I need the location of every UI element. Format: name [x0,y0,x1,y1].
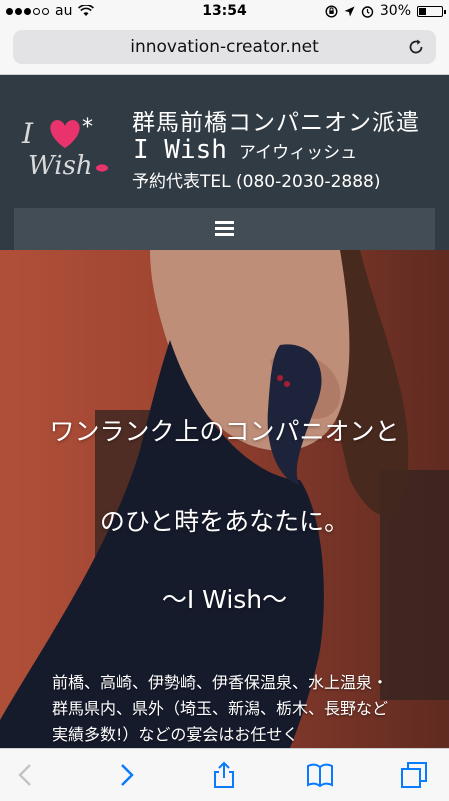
svg-text:*: * [82,115,93,140]
hero-tagline-line1: ワンランク上のコンパニオンと [49,417,400,446]
battery-icon [417,5,446,17]
site-title: 群馬前橋コンパニオン派遣 [132,110,420,136]
hero-tagline-line2: のひと時をあなたに。 [99,507,350,536]
status-right: 30% [325,3,446,19]
svg-text:I: I [21,117,34,150]
battery-level-fill [419,7,426,15]
reservation-tel[interactable]: 予約代表TEL (080-2030-2888) [132,167,381,192]
hero-section: ワンランク上のコンパニオンと のひと時をあなたに。 〜I Wish〜 前橋、高崎… [0,250,449,748]
svg-text:Wish: Wish [28,151,93,181]
battery-percent: 30% [379,3,411,19]
brand-kana: アイウィッシュ [238,143,358,163]
bookmarks-icon[interactable] [306,761,334,789]
back-icon[interactable] [12,761,40,789]
rotation-lock-icon [325,4,338,18]
tabs-icon[interactable] [400,761,428,789]
brand-name: I Wish [133,135,227,165]
site-header: I * Wish 群馬前橋コンパニオン派遣 I Wish アイウィッシュ 予約代表… [0,75,449,250]
url-text[interactable]: innovation-creator.net [13,37,436,57]
i-wish-logo[interactable]: I * Wish [20,110,115,185]
forward-icon[interactable] [112,761,140,789]
reload-icon[interactable] [406,37,426,57]
hamburger-menu-icon[interactable] [215,221,234,237]
browser-toolbar [0,748,449,801]
status-bar: au 13:54 30% [0,0,449,24]
nav-bar [14,208,435,250]
alarm-icon [361,5,374,18]
address-bar[interactable]: innovation-creator.net [13,30,436,64]
brand-line: I Wish アイウィッシュ [133,135,357,165]
hero-description: 前橋、高崎、伊勢崎、伊香保温泉、水上温泉・群馬県内、県外（埼玉、新潟、栃木、長野… [52,673,389,744]
location-arrow-icon [344,6,355,16]
share-icon[interactable] [210,761,238,789]
hero-tagline-line3: 〜I Wish〜 [161,585,288,614]
browser-address-area: innovation-creator.net [0,24,449,75]
